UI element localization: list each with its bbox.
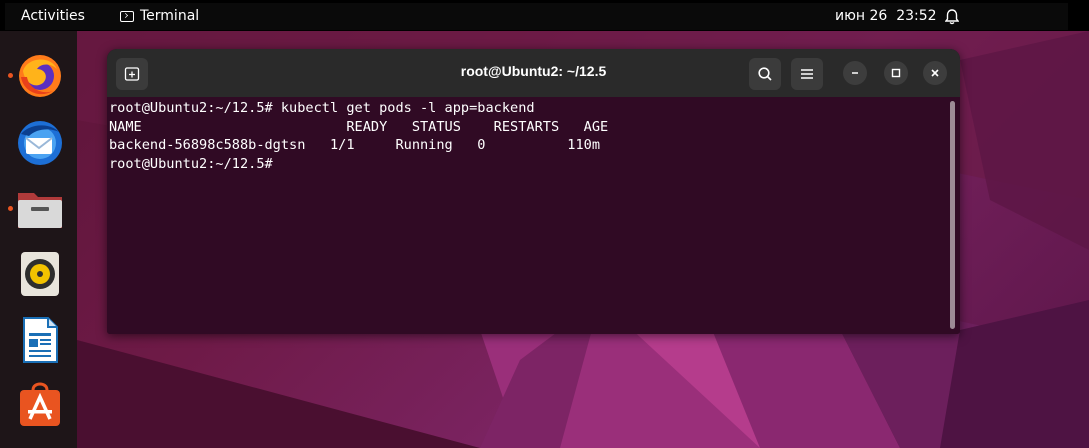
top-bar-panel: Activities Terminal июн 26 23:52 (5, 3, 1068, 30)
running-indicator (8, 73, 13, 78)
close-icon (931, 69, 939, 77)
activities-button[interactable]: Activities (21, 3, 85, 30)
terminal-output-area[interactable]: root@Ubuntu2:~/12.5# kubectl get pods -l… (107, 97, 960, 334)
terminal-line: root@Ubuntu2:~/12.5# (109, 155, 273, 172)
search-button[interactable] (749, 58, 781, 90)
terminal-line: root@Ubuntu2:~/12.5# kubectl get pods -l… (109, 100, 535, 116)
window-titlebar[interactable]: root@Ubuntu2: ~/12.5 (107, 49, 960, 97)
minimize-button[interactable] (843, 61, 867, 85)
terminal-line: backend-56898c588b-dgtsn 1/1 Running 0 1… (109, 137, 601, 153)
firefox-icon[interactable] (15, 51, 65, 101)
search-icon (758, 67, 772, 81)
libreoffice-writer-icon[interactable] (15, 315, 65, 365)
menu-button[interactable] (791, 58, 823, 90)
thunderbird-icon[interactable] (15, 118, 65, 168)
files-icon[interactable] (15, 184, 65, 234)
running-indicator (8, 206, 13, 211)
terminal-line: NAME READY STATUS RESTARTS AGE (109, 118, 609, 135)
maximize-icon (891, 68, 901, 78)
terminal-scrollbar[interactable] (950, 101, 955, 329)
rhythmbox-icon[interactable] (15, 249, 65, 299)
terminal-window[interactable]: root@Ubuntu2: ~/12.5 root@Ubuntu2:~/12.5… (107, 49, 960, 334)
maximize-button[interactable] (884, 61, 908, 85)
app-menu[interactable]: Terminal (120, 3, 199, 30)
window-title: root@Ubuntu2: ~/12.5 (460, 63, 607, 79)
clock[interactable]: июн 26 23:52 (835, 3, 937, 30)
app-menu-label: Terminal (140, 8, 200, 24)
minimize-icon (852, 72, 858, 74)
hamburger-menu-icon (801, 69, 813, 79)
close-button[interactable] (923, 61, 947, 85)
top-bar: Activities Terminal июн 26 23:52 (0, 0, 1089, 31)
bell-icon[interactable] (944, 3, 960, 30)
dock (0, 31, 77, 448)
terminal-icon (120, 11, 134, 22)
terminal-output[interactable]: root@Ubuntu2:~/12.5# kubectl get pods -l… (109, 99, 608, 173)
app-center-icon[interactable] (15, 380, 65, 430)
